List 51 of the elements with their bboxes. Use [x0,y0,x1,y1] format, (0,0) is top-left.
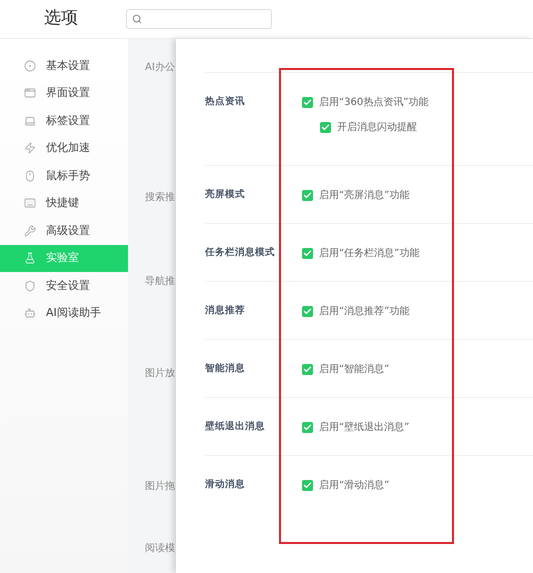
setting-label: 亮屏模式 [205,188,246,202]
setting-label: 智能消息 [205,362,246,376]
sidebar-item[interactable]: 界面设置 [0,80,128,107]
sidebar-item[interactable]: 快捷键 [0,190,128,217]
laptop-icon [24,114,36,127]
checkbox[interactable] [302,190,313,200]
option-label: 启用“智能消息” [319,362,390,376]
shield-icon [24,280,36,292]
sidebar-item[interactable]: 优化加速 [0,134,128,162]
option-label: 开启消息闪动提醒 [337,120,417,134]
section-heading: 导航推 [145,274,176,288]
search-field[interactable] [126,9,272,29]
setting-label: 任务栏消息模式 [205,246,276,260]
checkbox[interactable] [320,122,331,132]
setting-label: 消息推荐 [205,304,246,318]
setting-label: 热点资讯 [205,95,246,109]
robot-icon [24,307,36,320]
sidebar-item[interactable]: 高级设置 [0,217,128,244]
checkbox[interactable] [302,364,313,374]
section-heading: 图片放 [145,366,176,380]
mouse-icon [24,170,36,182]
sidebar-item[interactable]: 标签设置 [0,107,128,134]
sidebar-item[interactable]: 安全设置 [0,272,128,300]
section-heading: 搜索推 [145,190,176,204]
setting-label: 滑动消息 [205,478,246,492]
flask-icon [24,252,36,264]
section-heading: 阅读模 [145,542,176,555]
option-label: 启用“亮屏消息”功能 [319,188,410,202]
sidebar-item[interactable]: 鼠标手势 [0,162,128,190]
checkbox[interactable] [302,248,313,258]
option-label: 启用“任务栏消息”功能 [319,246,420,260]
option-label: 启用“360热点资讯”功能 [319,96,428,110]
option-label: 启用“壁纸退出消息” [319,420,410,434]
checkbox[interactable] [302,480,313,490]
lightning-icon [24,142,36,154]
window-icon [24,87,36,100]
wrench-icon [24,224,36,237]
search-icon [132,14,142,24]
setting-label: 壁纸退出消息 [205,420,266,434]
option-label: 启用“滑动消息” [319,478,390,492]
section-heading: 图片拖 [145,480,176,493]
checkbox[interactable] [302,96,313,108]
target-icon [24,60,36,72]
checkbox[interactable] [302,306,313,316]
sidebar-item[interactable]: AI阅读助手 [0,300,128,327]
keyboard-icon [24,197,36,210]
checkbox[interactable] [302,422,313,432]
sidebar-item[interactable]: 基本设置 [0,52,128,80]
option-label: 启用“消息推荐”功能 [319,304,410,318]
window-title: 选项 [44,7,78,30]
section-heading: AI办公 [145,60,176,74]
